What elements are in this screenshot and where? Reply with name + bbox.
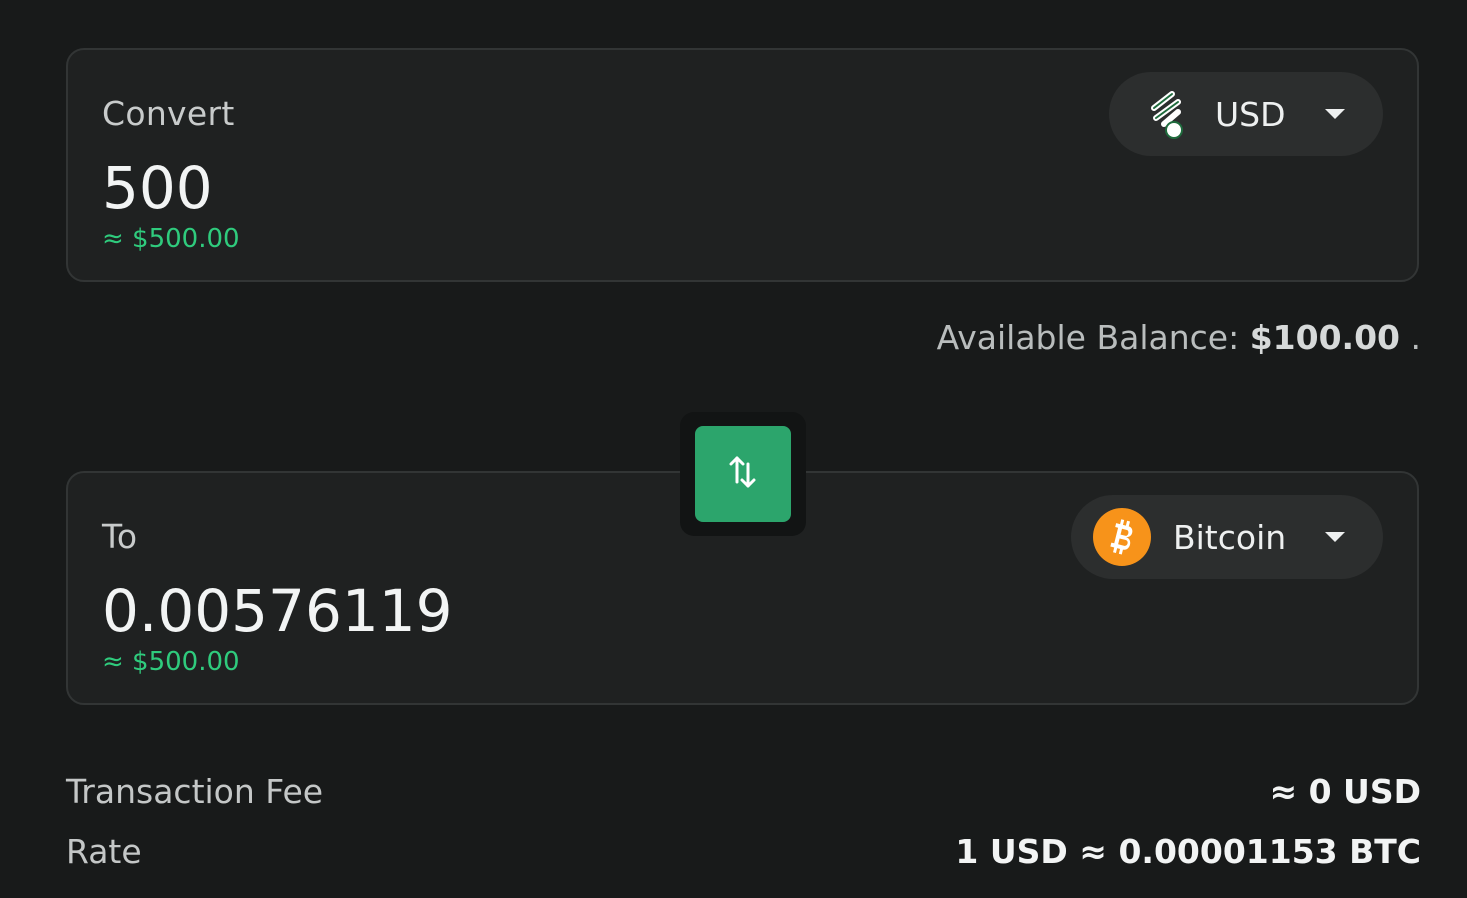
chevron-down-icon: [1325, 532, 1345, 542]
to-label: To: [102, 517, 138, 556]
chevron-down-icon: [1325, 109, 1345, 119]
from-fiat-equivalent: ≈ $500.00: [102, 224, 240, 254]
rate-row: Rate 1 USD ≈ 0.00001153 BTC: [66, 832, 1421, 871]
from-token-select[interactable]: USD: [1109, 72, 1383, 156]
to-token-name: Bitcoin: [1173, 517, 1287, 557]
usd-leaf-icon: [1139, 85, 1197, 143]
transaction-fee-row: Transaction Fee ≈ 0 USD: [66, 772, 1421, 811]
bitcoin-icon: [1093, 508, 1151, 566]
converter-page: Convert ≈ $500.00 USD: [0, 0, 1467, 898]
fee-label: Transaction Fee: [66, 772, 324, 811]
balance-label: Available Balance:: [936, 318, 1240, 357]
available-balance: Available Balance: $100.00 .: [937, 318, 1421, 357]
convert-from-panel: Convert ≈ $500.00 USD: [66, 48, 1419, 282]
balance-value: $100.00: [1249, 318, 1400, 357]
to-amount-input[interactable]: [102, 577, 1002, 645]
swap-arrows-icon: [726, 452, 760, 496]
from-amount-input[interactable]: [102, 154, 1002, 222]
swap-button[interactable]: [695, 426, 791, 522]
rate-label: Rate: [66, 832, 142, 871]
from-token-name: USD: [1215, 94, 1286, 134]
swap-button-frame: [680, 412, 806, 536]
fee-value: ≈ 0 USD: [1269, 772, 1421, 811]
convert-label: Convert: [102, 94, 235, 133]
balance-suffix: .: [1410, 318, 1422, 357]
to-token-select[interactable]: Bitcoin: [1071, 495, 1383, 579]
rate-value: 1 USD ≈ 0.00001153 BTC: [955, 832, 1421, 871]
to-fiat-equivalent: ≈ $500.00: [102, 647, 240, 677]
